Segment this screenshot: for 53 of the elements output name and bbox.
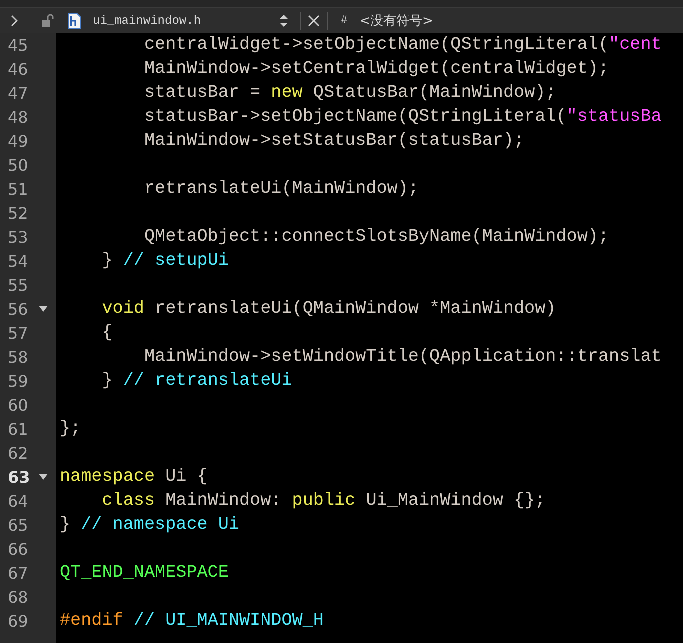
symbol-hash: # bbox=[341, 14, 348, 26]
code-line: retranslateUi(MainWindow); bbox=[143, 178, 419, 200]
line-number: 55 bbox=[8, 276, 28, 294]
line-number: 49 bbox=[8, 132, 28, 150]
line-number: 45 bbox=[8, 36, 28, 54]
line-number: 68 bbox=[8, 588, 28, 606]
symbol-selector[interactable]: <没有符号> bbox=[358, 12, 436, 30]
code-line: } // retranslateUi bbox=[101, 370, 292, 392]
code-line: statusBar = new QStatusBar(MainWindow); bbox=[143, 82, 556, 104]
code-line: MainWindow->setWindowTitle(QApplication::translat bbox=[143, 346, 662, 368]
code-line: QT_END_NAMESPACE bbox=[60, 562, 229, 584]
line-number: 64 bbox=[8, 492, 28, 510]
line-number: 61 bbox=[8, 420, 28, 438]
line-number: 56 bbox=[8, 300, 28, 318]
line-number: 66 bbox=[8, 540, 28, 558]
close-icon[interactable] bbox=[308, 14, 320, 26]
code-line: #endif // UI_MAINWINDOW_H bbox=[60, 610, 324, 632]
code-line: } // setupUi bbox=[101, 250, 229, 272]
line-number: 52 bbox=[8, 204, 28, 222]
line-number: 47 bbox=[8, 84, 28, 102]
line-number: 51 bbox=[8, 180, 28, 198]
line-number: 54 bbox=[8, 252, 28, 270]
header-file-icon bbox=[68, 12, 81, 28]
line-number: 53 bbox=[8, 228, 28, 246]
line-number: 50 bbox=[8, 156, 28, 174]
chevron-right-icon[interactable] bbox=[11, 14, 19, 26]
line-number: 62 bbox=[8, 444, 28, 462]
code-line: } // namespace Ui bbox=[60, 514, 240, 536]
file-selector[interactable]: ui_mainwindow.h bbox=[93, 10, 293, 32]
line-number: 57 bbox=[8, 324, 28, 342]
line-number: 63 bbox=[8, 468, 30, 486]
unlocked-padlock-icon[interactable] bbox=[41, 14, 55, 28]
code-line: void retranslateUi(QMainWindow *MainWindow) bbox=[101, 298, 556, 320]
line-number: 69 bbox=[8, 612, 28, 630]
line-number: 65 bbox=[8, 516, 28, 534]
line-number: 58 bbox=[8, 348, 28, 366]
up-down-arrows-icon bbox=[279, 14, 289, 28]
line-number: 48 bbox=[8, 108, 28, 126]
code-line: class MainWindow: public Ui_MainWindow {}; bbox=[101, 490, 546, 512]
line-number: 46 bbox=[8, 60, 28, 78]
fold-arrow-icon[interactable] bbox=[39, 306, 48, 312]
line-number: 59 bbox=[8, 372, 28, 390]
code-line: MainWindow->setStatusBar(statusBar); bbox=[143, 130, 525, 152]
code-line: namespace Ui { bbox=[60, 466, 208, 488]
code-line: statusBar->setObjectName(QStringLiteral("statusBa bbox=[143, 106, 662, 128]
code-line: { bbox=[101, 322, 113, 344]
fold-arrow-icon[interactable] bbox=[39, 474, 48, 480]
line-number: 67 bbox=[8, 564, 28, 582]
code-line: MainWindow->setCentralWidget(centralWidget); bbox=[143, 58, 610, 80]
line-number: 60 bbox=[8, 396, 28, 414]
code-line: QMetaObject::connectSlotsByName(MainWindow); bbox=[143, 226, 610, 248]
code-line: }; bbox=[60, 418, 82, 440]
code-line: centralWidget->setObjectName(QStringLiteral("cent bbox=[143, 34, 662, 56]
